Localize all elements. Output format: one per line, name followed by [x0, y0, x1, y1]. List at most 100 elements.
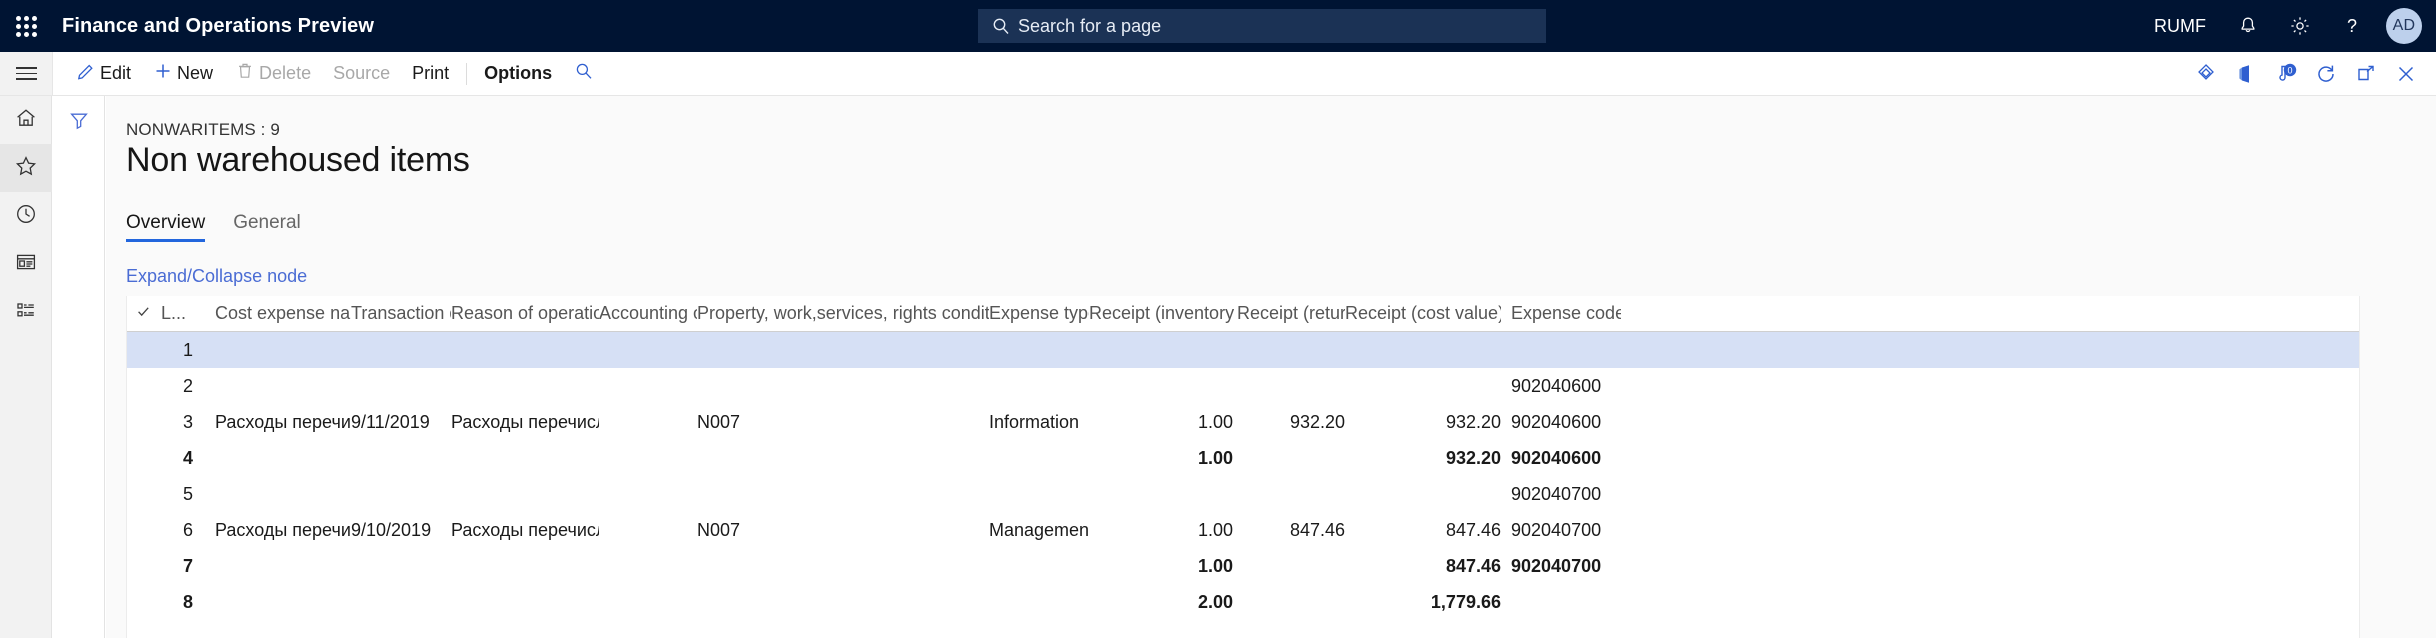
column-header-receipt-return-unit-price[interactable]: Receipt (return) unit price	[1237, 303, 1345, 324]
cell-receipt-inventory-quantity[interactable]: 1.00	[1089, 556, 1237, 577]
cell-line-number[interactable]: 1	[159, 340, 203, 361]
attachments-icon[interactable]	[2186, 52, 2226, 95]
expand-collapse-node-link[interactable]: Expand/Collapse node	[126, 266, 307, 287]
table-row[interactable]: 5 902040700	[127, 476, 2359, 512]
column-header-property-conditions[interactable]: Property, work,services, rights conditio…	[697, 303, 989, 324]
company-indicator[interactable]: RUMF	[2138, 16, 2222, 37]
cell-receipt-inventory-quantity[interactable]: 1.00	[1089, 412, 1237, 433]
cell-receipt-inventory-quantity[interactable]: 2.00	[1089, 592, 1237, 613]
table-row[interactable]: 6Расходы перечисление9/10/2019Расходы пе…	[127, 512, 2359, 548]
print-button-label: Print	[412, 63, 450, 83]
table-row[interactable]: 3Расходы перечисление9/11/2019Расходы пе…	[127, 404, 2359, 440]
modules-list-icon	[14, 298, 38, 327]
column-header-accounting-object[interactable]: Accounting obj...	[599, 303, 697, 324]
cell-expense-type[interactable]: Management	[989, 520, 1089, 541]
command-search-button[interactable]	[563, 52, 605, 95]
column-header-receipt-cost-value[interactable]: Receipt (cost value)	[1345, 303, 1501, 324]
cell-line-number[interactable]: 7	[159, 556, 203, 577]
rail-item-favorites[interactable]	[0, 144, 52, 192]
settings-gear-icon[interactable]	[2274, 0, 2326, 52]
notification-bell-icon[interactable]	[2222, 0, 2274, 52]
filter-funnel-icon[interactable]	[53, 96, 105, 144]
table-row[interactable]: 7 1.00 847.46 902040700	[127, 548, 2359, 584]
edit-button[interactable]: Edit	[65, 52, 142, 95]
cell-line-number[interactable]: 2	[159, 376, 203, 397]
notifications-count-icon[interactable]: 0	[2266, 52, 2306, 95]
cell-receipt-inventory-quantity[interactable]: 1.00	[1089, 448, 1237, 469]
workspaces-icon	[14, 250, 38, 279]
cell-receipt-cost-value[interactable]: 932.20	[1345, 448, 1501, 469]
app-launcher-icon	[15, 15, 37, 37]
select-all-checkmark-icon[interactable]	[127, 303, 159, 324]
tab-overview[interactable]: Overview	[126, 212, 206, 242]
cell-reason-of-operation[interactable]: Расходы перечисление	[451, 520, 599, 541]
cell-receipt-return-unit-price[interactable]: 847.46	[1237, 520, 1345, 541]
column-header-line[interactable]: L...	[159, 303, 203, 324]
cell-expense-code[interactable]: 902040700	[1501, 520, 1621, 541]
cell-reason-of-operation[interactable]: Расходы перечисление	[451, 412, 599, 433]
global-search-box[interactable]: Search for a page	[978, 9, 1546, 43]
cell-expense-code[interactable]: 902040700	[1501, 556, 1621, 577]
column-header-expense-type[interactable]: Expense type	[989, 303, 1089, 324]
cell-line-number[interactable]: 4	[159, 448, 203, 469]
rail-item-modules[interactable]	[0, 288, 52, 336]
rail-item-recent[interactable]	[0, 192, 52, 240]
cell-expense-code[interactable]: 902040600	[1501, 412, 1621, 433]
table-row[interactable]: 1	[127, 332, 2359, 368]
cell-cost-expense-name[interactable]: Расходы перечисление	[203, 520, 351, 541]
cell-line-number[interactable]: 3	[159, 412, 203, 433]
options-button[interactable]: Options	[473, 52, 563, 95]
app-launcher-button[interactable]	[0, 0, 52, 52]
search-input[interactable]: Search for a page	[1018, 16, 1161, 37]
close-icon[interactable]	[2386, 52, 2426, 95]
cell-expense-code[interactable]: 902040600	[1501, 448, 1621, 469]
source-button[interactable]: Source	[322, 52, 401, 95]
column-header-reason-of-operation[interactable]: Reason of operation	[451, 303, 599, 324]
cell-transaction-date[interactable]: 9/10/2019	[351, 520, 451, 541]
avatar[interactable]: AD	[2386, 8, 2422, 44]
search-icon	[992, 17, 1010, 35]
page-content: NONWARITEMS : 9 Non warehoused items Ove…	[106, 96, 2436, 638]
table-row[interactable]: 4 1.00 932.20 902040600	[127, 440, 2359, 476]
home-icon	[14, 106, 38, 135]
cell-line-number[interactable]: 6	[159, 520, 203, 541]
table-row[interactable]: 8 2.00 1,779.66	[127, 584, 2359, 620]
new-button[interactable]: New	[142, 52, 224, 95]
cell-receipt-cost-value[interactable]: 1,779.66	[1345, 592, 1501, 613]
cell-expense-type[interactable]: Information	[989, 412, 1089, 433]
column-header-cost-expense-name[interactable]: Cost expense name	[203, 303, 351, 324]
cell-cost-expense-name[interactable]: Расходы перечисление	[203, 412, 351, 433]
cell-receipt-return-unit-price[interactable]: 932.20	[1237, 412, 1345, 433]
grid-body: 129020406003Расходы перечисление9/11/201…	[127, 332, 2359, 620]
cell-transaction-date[interactable]: 9/11/2019	[351, 412, 451, 433]
cell-line-number[interactable]: 8	[159, 592, 203, 613]
help-question-icon[interactable]: ?	[2326, 0, 2378, 52]
rail-item-workspaces[interactable]	[0, 240, 52, 288]
cell-property-conditions[interactable]: N007	[697, 412, 989, 433]
cell-expense-code[interactable]: 902040700	[1501, 484, 1621, 505]
refresh-icon[interactable]	[2306, 52, 2346, 95]
source-button-label: Source	[333, 63, 391, 83]
cell-line-number[interactable]: 5	[159, 484, 203, 505]
cell-receipt-cost-value[interactable]: 932.20	[1345, 412, 1501, 433]
cell-receipt-inventory-quantity[interactable]: 1.00	[1089, 520, 1237, 541]
hamburger-lines	[15, 63, 37, 84]
column-header-expense-code[interactable]: Expense code	[1501, 303, 1621, 324]
rail-item-home[interactable]	[0, 96, 52, 144]
tab-general[interactable]: General	[233, 212, 301, 242]
office-open-icon[interactable]	[2226, 52, 2266, 95]
grid-header-row: L... Cost expense name Transaction date …	[127, 296, 2359, 332]
column-header-transaction-date[interactable]: Transaction date	[351, 303, 451, 324]
data-grid: L... Cost expense name Transaction date …	[126, 296, 2360, 638]
print-button[interactable]: Print	[401, 52, 460, 95]
delete-button[interactable]: Delete	[224, 52, 322, 95]
popout-icon[interactable]	[2346, 52, 2386, 95]
column-header-receipt-inventory-quantity[interactable]: Receipt (inventory quantity)	[1089, 303, 1237, 324]
cell-expense-code[interactable]: 902040600	[1501, 376, 1621, 397]
cell-property-conditions[interactable]: N007	[697, 520, 989, 541]
cell-receipt-cost-value[interactable]: 847.46	[1345, 556, 1501, 577]
search-icon	[574, 61, 594, 86]
table-row[interactable]: 2 902040600	[127, 368, 2359, 404]
hamburger-menu-icon[interactable]	[0, 52, 52, 95]
cell-receipt-cost-value[interactable]: 847.46	[1345, 520, 1501, 541]
